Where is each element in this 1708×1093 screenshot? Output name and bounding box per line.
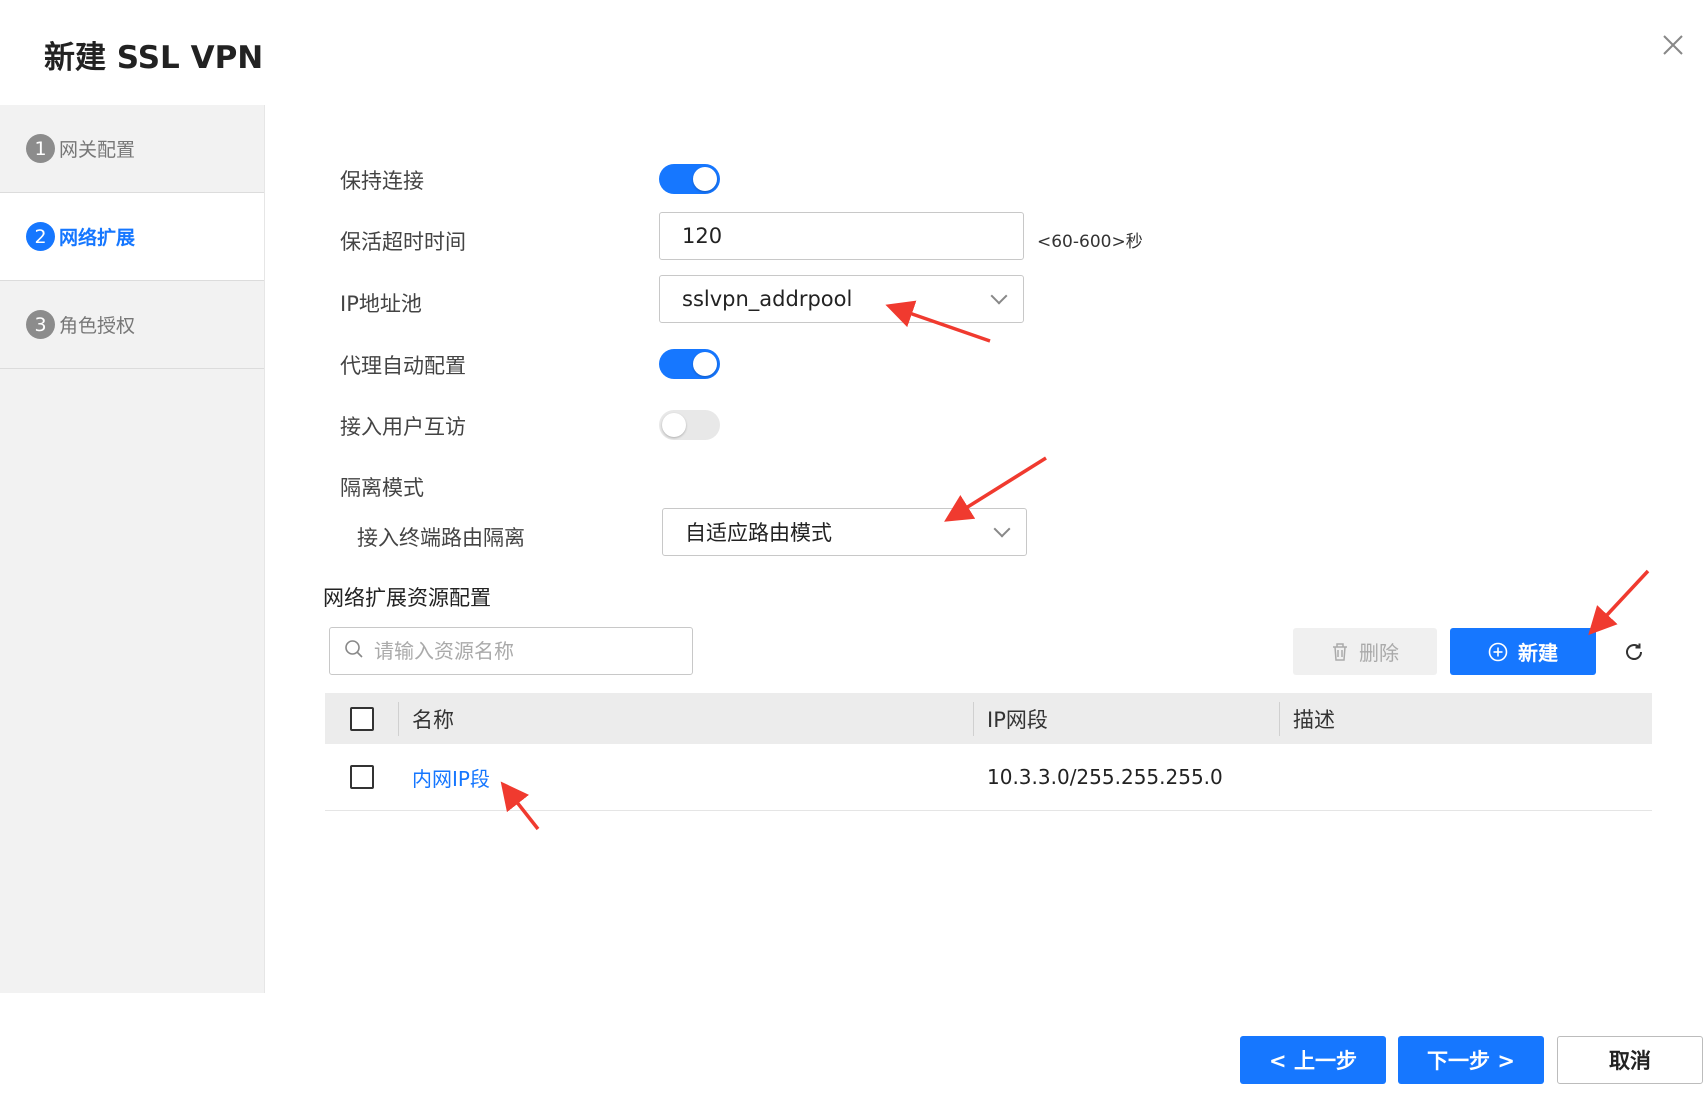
isolation-mode-label: 隔离模式 <box>340 476 424 500</box>
ip-pool-label: IP地址池 <box>340 292 422 316</box>
keepalive-timeout-input[interactable]: 120 <box>659 212 1024 260</box>
step-number: 3 <box>26 310 55 339</box>
column-divider <box>398 702 399 736</box>
step-network-extension[interactable]: 2 网络扩展 <box>0 193 264 281</box>
search-icon <box>344 639 364 663</box>
previous-step-button[interactable]: < 上一步 <box>1240 1036 1386 1084</box>
column-divider <box>1279 702 1280 736</box>
delete-button[interactable]: 删除 <box>1293 628 1437 675</box>
new-resource-button[interactable]: 新建 <box>1450 628 1596 675</box>
step-label: 角色授权 <box>59 315 136 337</box>
dialog-title: 新建 SSL VPN <box>44 40 264 76</box>
keep-alive-label: 保持连接 <box>340 169 424 193</box>
resource-name-link[interactable]: 内网IP段 <box>412 763 490 792</box>
proxy-auto-config-toggle[interactable] <box>659 349 720 379</box>
column-header-ip-segment[interactable]: IP网段 <box>987 704 1048 734</box>
ip-pool-select[interactable]: sslvpn_addrpool <box>659 275 1024 323</box>
column-header-description[interactable]: 描述 <box>1293 704 1335 734</box>
keep-alive-toggle[interactable] <box>659 164 720 194</box>
terminal-route-isolation-label: 接入终端路由隔离 <box>357 526 525 550</box>
toggle-knob <box>693 167 717 191</box>
step-number: 2 <box>26 222 55 251</box>
toggle-knob <box>662 413 686 437</box>
chevron-down-icon <box>990 287 1008 305</box>
column-divider <box>973 702 974 736</box>
table-row: 内网IP段 10.3.3.0/255.255.255.0 <box>325 744 1652 811</box>
resource-search-box[interactable] <box>329 627 693 675</box>
new-label: 新建 <box>1518 641 1558 665</box>
trash-icon <box>1331 642 1349 662</box>
user-mutual-access-toggle[interactable] <box>659 410 720 440</box>
timeout-range-hint: <60-600>秒 <box>1037 232 1143 252</box>
step-role-authorization[interactable]: 3 角色授权 <box>0 281 264 369</box>
add-circle-icon <box>1488 642 1508 662</box>
route-isolation-value: 自适应路由模式 <box>685 521 832 545</box>
refresh-icon[interactable] <box>1622 640 1646 664</box>
step-gateway-config[interactable]: 1 网关配置 <box>0 105 264 193</box>
step-number: 1 <box>26 134 55 163</box>
close-icon[interactable] <box>1658 30 1688 60</box>
proxy-auto-config-label: 代理自动配置 <box>340 354 466 378</box>
chevron-down-icon <box>993 520 1011 538</box>
resource-search-input[interactable] <box>374 639 674 663</box>
cancel-button[interactable]: 取消 <box>1557 1036 1703 1084</box>
step-sidebar: 1 网关配置 2 网络扩展 3 角色授权 <box>0 105 265 993</box>
step-label: 网络扩展 <box>59 227 136 249</box>
table-header: 名称 IP网段 描述 <box>325 693 1652 744</box>
resource-ip-segment: 10.3.3.0/255.255.255.0 <box>987 765 1223 789</box>
keepalive-timeout-label: 保活超时时间 <box>340 230 466 254</box>
toggle-knob <box>693 352 717 376</box>
user-mutual-access-label: 接入用户互访 <box>340 415 466 439</box>
resource-table: 名称 IP网段 描述 内网IP段 10.3.3.0/255.255.255.0 <box>325 693 1652 811</box>
step-label: 网关配置 <box>59 139 136 161</box>
row-checkbox[interactable] <box>350 765 374 789</box>
annotation-arrow <box>1588 569 1650 636</box>
ip-pool-value: sslvpn_addrpool <box>682 287 853 311</box>
column-header-name[interactable]: 名称 <box>412 704 454 734</box>
delete-label: 删除 <box>1359 641 1399 665</box>
select-all-checkbox[interactable] <box>350 706 374 731</box>
resources-section-title: 网络扩展资源配置 <box>323 586 491 610</box>
next-step-button[interactable]: 下一步 > <box>1398 1036 1544 1084</box>
terminal-route-isolation-select[interactable]: 自适应路由模式 <box>662 508 1027 556</box>
